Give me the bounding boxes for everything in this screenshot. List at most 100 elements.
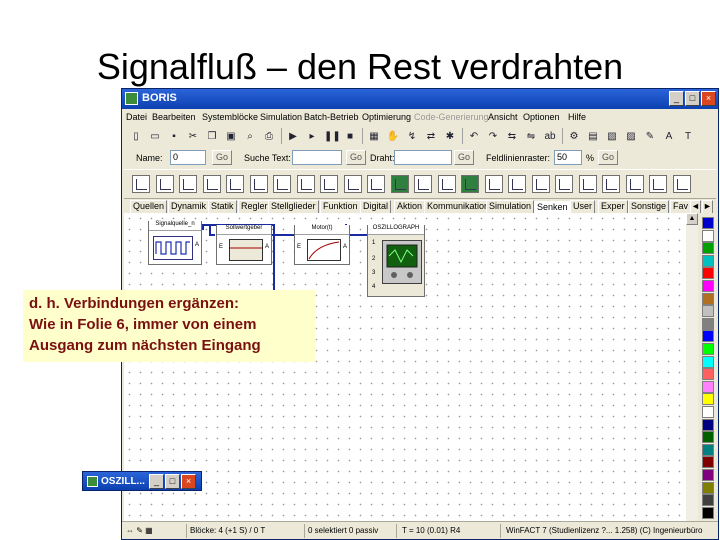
menu-optionen[interactable]: Optionen bbox=[523, 112, 560, 122]
tab-regler[interactable]: Regler bbox=[238, 200, 271, 213]
chart-icon[interactable] bbox=[155, 175, 174, 193]
signal-generator-icon[interactable] bbox=[132, 175, 150, 193]
close-button[interactable]: × bbox=[701, 91, 716, 106]
open-folder-icon[interactable]: ▭ bbox=[147, 128, 163, 144]
tab-scroll-right[interactable]: ► bbox=[702, 200, 713, 213]
mux-icon[interactable] bbox=[367, 175, 385, 193]
port-1[interactable]: 1 bbox=[372, 240, 375, 246]
search-text-input[interactable] bbox=[292, 150, 342, 165]
hand-icon[interactable]: ✋ bbox=[385, 128, 401, 144]
scatter-icon[interactable] bbox=[273, 175, 291, 193]
color-swatch[interactable] bbox=[702, 368, 714, 381]
flip-icon[interactable]: ⇋ bbox=[523, 128, 539, 144]
maximize-button[interactable]: □ bbox=[165, 474, 180, 489]
block-config-icon[interactable]: ▨ bbox=[623, 128, 639, 144]
menu-code-generierung[interactable]: Code-Generierung bbox=[414, 112, 489, 122]
tab-fav[interactable]: Fav bbox=[670, 200, 692, 213]
menu-systembloecke[interactable]: Systemblöcke bbox=[202, 112, 258, 122]
tab-quellen[interactable]: Quellen bbox=[130, 200, 168, 213]
text-abc-icon[interactable]: ab bbox=[542, 128, 558, 144]
port-4[interactable]: 4 bbox=[372, 284, 375, 290]
name-go-button[interactable]: Go bbox=[212, 150, 232, 165]
menu-bearbeiten[interactable]: Bearbeiten bbox=[152, 112, 196, 122]
lamp-icon[interactable] bbox=[555, 175, 573, 193]
tab-exper[interactable]: Exper bbox=[598, 200, 628, 213]
port-out[interactable]: A bbox=[343, 244, 347, 250]
tab-sonstige[interactable]: Sonstige bbox=[628, 200, 670, 213]
color-swatch[interactable] bbox=[702, 242, 714, 255]
copy-icon[interactable]: ❐ bbox=[204, 128, 220, 144]
switch-icon[interactable] bbox=[343, 175, 362, 193]
grid-icon[interactable]: ▦ bbox=[366, 128, 382, 144]
block-setpoint[interactable]: Sollwertgeber E A bbox=[216, 225, 272, 265]
color-swatch[interactable] bbox=[702, 443, 714, 456]
grid-go-button[interactable]: Go bbox=[598, 150, 618, 165]
undo-icon[interactable]: ↶ bbox=[466, 128, 482, 144]
color-swatch[interactable] bbox=[702, 469, 714, 481]
meter-icon[interactable] bbox=[484, 175, 503, 193]
settings-icon[interactable]: ⚙ bbox=[566, 128, 582, 144]
file-out-icon[interactable] bbox=[672, 175, 691, 193]
port-2[interactable]: 2 bbox=[372, 256, 375, 262]
numeric-display-icon[interactable] bbox=[578, 175, 597, 193]
tab-simulation[interactable]: Simulation bbox=[486, 200, 535, 213]
color-swatch[interactable] bbox=[702, 217, 714, 229]
title-bar[interactable]: BORIS _ □ × bbox=[122, 89, 718, 109]
wire[interactable] bbox=[209, 224, 211, 234]
new-file-icon[interactable]: ▯ bbox=[128, 128, 144, 144]
color-swatch[interactable] bbox=[702, 380, 714, 393]
color-swatch[interactable] bbox=[702, 355, 714, 368]
color-swatch[interactable] bbox=[702, 330, 714, 343]
color-swatch[interactable] bbox=[702, 506, 714, 519]
port-3[interactable]: 3 bbox=[372, 270, 375, 276]
color-swatch[interactable] bbox=[702, 406, 714, 418]
level-icon[interactable] bbox=[508, 175, 526, 193]
port-out[interactable]: A bbox=[195, 242, 199, 248]
ramp-icon[interactable] bbox=[202, 175, 221, 193]
block-motor[interactable]: Motor(t) E A bbox=[294, 225, 350, 265]
vertical-scrollbar[interactable]: ▲ bbox=[686, 213, 698, 521]
stop-icon[interactable]: ■ bbox=[342, 128, 358, 144]
port-in[interactable]: E bbox=[219, 244, 223, 250]
minimize-button[interactable]: _ bbox=[669, 91, 684, 106]
step-signal-icon[interactable] bbox=[179, 175, 197, 193]
scope-icon[interactable] bbox=[390, 175, 409, 193]
matrix-icon[interactable] bbox=[320, 175, 338, 193]
plot-icon[interactable] bbox=[249, 175, 268, 193]
tab-dynamik[interactable]: Dynamik bbox=[168, 200, 210, 213]
name-input[interactable]: 0 bbox=[170, 150, 206, 165]
close-button[interactable]: × bbox=[181, 474, 196, 489]
color-swatch[interactable] bbox=[702, 267, 714, 280]
scroll-up-button[interactable]: ▲ bbox=[686, 213, 698, 225]
search-go-button[interactable]: Go bbox=[346, 150, 366, 165]
menu-optimierung[interactable]: Optimierung bbox=[362, 112, 411, 122]
cut-icon[interactable]: ✂ bbox=[185, 128, 201, 144]
restore-button[interactable]: _ bbox=[149, 474, 164, 489]
step-icon[interactable]: ▸ bbox=[304, 128, 320, 144]
tab-funktion[interactable]: Funktion bbox=[320, 200, 361, 213]
block-oscilloscope[interactable]: OSZILLOGRAPH 1 2 3 4 bbox=[367, 225, 425, 297]
color-swatch[interactable] bbox=[702, 229, 714, 242]
color-swatch[interactable] bbox=[702, 418, 714, 431]
grid-input[interactable]: 50 bbox=[554, 150, 582, 165]
paste-icon[interactable]: ▣ bbox=[223, 128, 239, 144]
zoom-icon[interactable]: ⌕ bbox=[242, 128, 258, 144]
tab-scroll-left[interactable]: ◄ bbox=[690, 200, 701, 213]
color-swatch[interactable] bbox=[702, 292, 714, 305]
maximize-button[interactable]: □ bbox=[685, 91, 700, 106]
xy-scope-icon[interactable] bbox=[414, 175, 432, 193]
diagram-canvas[interactable]: Signalquelle_n A Sollwertgeber E A Motor… bbox=[124, 213, 686, 521]
menu-batch[interactable]: Batch-Betrieb bbox=[304, 112, 359, 122]
color-swatch[interactable] bbox=[702, 481, 714, 494]
port-out[interactable]: A bbox=[265, 244, 269, 250]
block-signal-source[interactable]: Signalquelle_n A bbox=[148, 221, 202, 265]
color-swatch[interactable] bbox=[702, 305, 714, 318]
arrows-icon[interactable]: ⇆ bbox=[504, 128, 520, 144]
gauge-icon[interactable] bbox=[625, 175, 644, 193]
warning-icon[interactable] bbox=[649, 175, 667, 193]
print-icon[interactable]: ⎙ bbox=[261, 128, 277, 144]
color-swatch[interactable] bbox=[702, 317, 714, 330]
tab-aktion[interactable]: Aktion bbox=[394, 200, 426, 213]
color-swatch[interactable] bbox=[702, 280, 714, 292]
library-icon[interactable]: ▤ bbox=[585, 128, 601, 144]
